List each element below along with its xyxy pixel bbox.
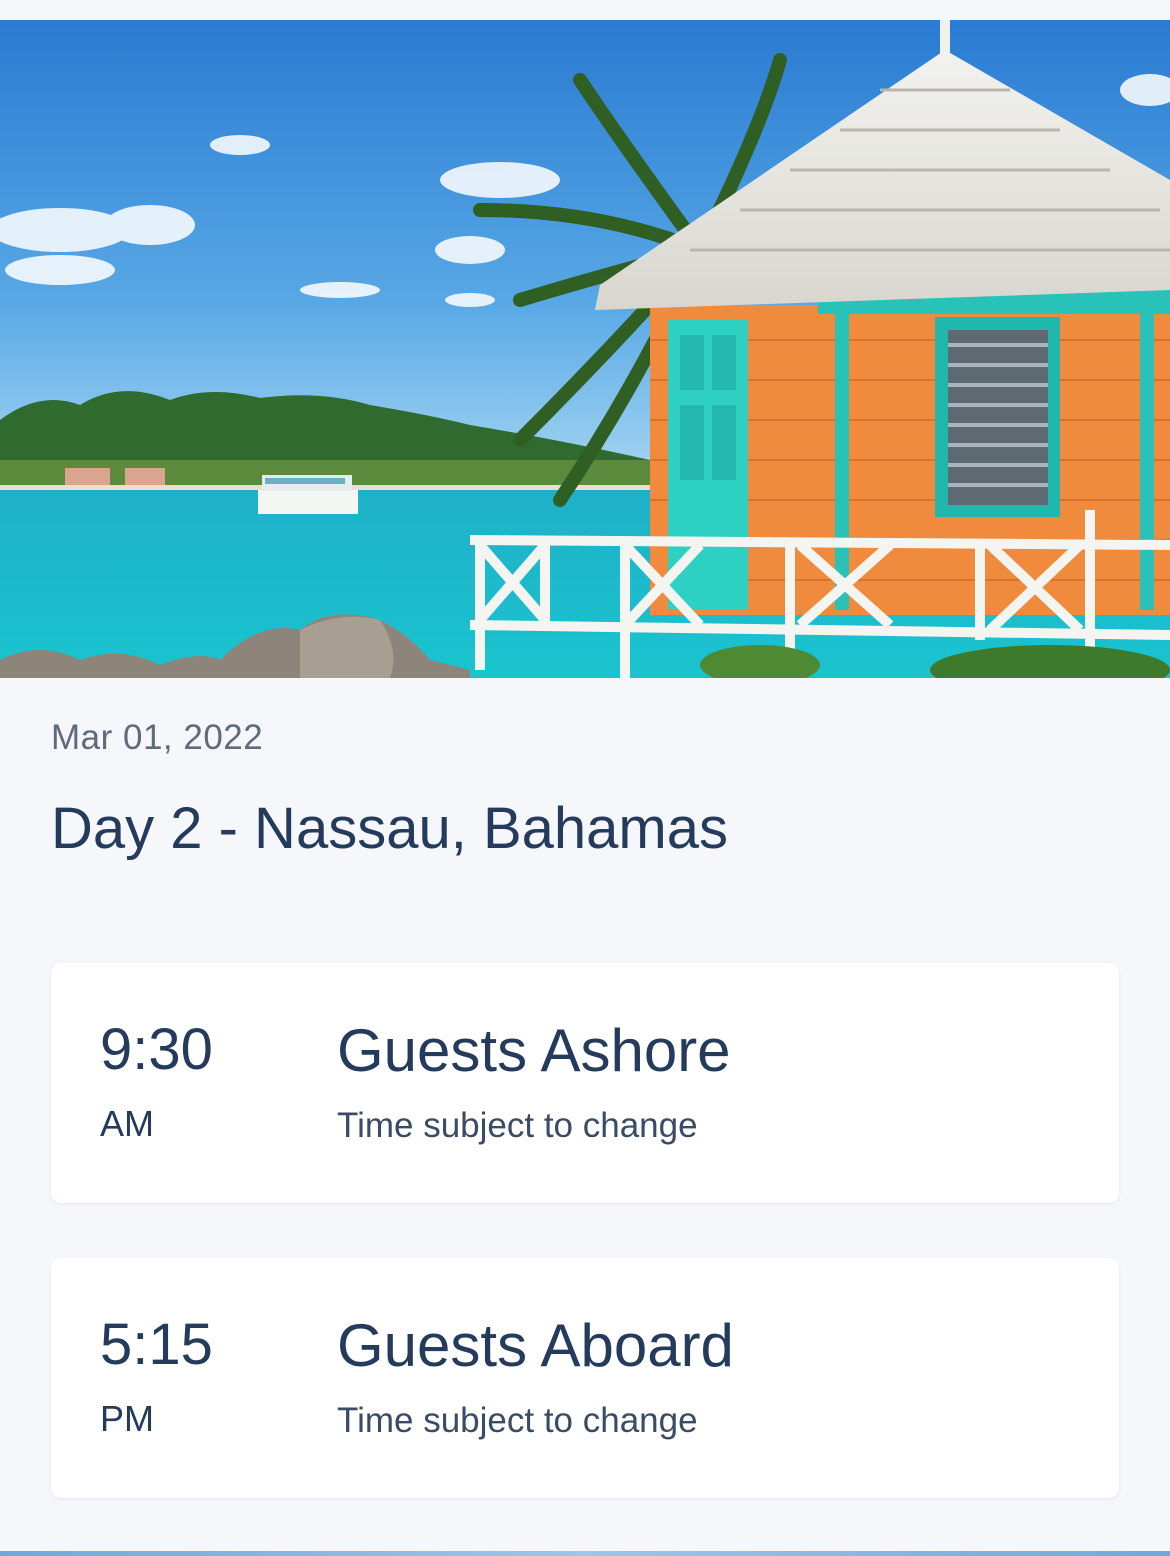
event-note: Time subject to change <box>337 1106 698 1145</box>
bahamas-beach-hut-photo-icon <box>0 20 1170 678</box>
itinerary-day-page: Mar 01, 2022 Day 2 - Nassau, Bahamas 9:3… <box>0 0 1170 1556</box>
event-title: Guests Aboard <box>337 1312 734 1379</box>
itinerary-date: Mar 01, 2022 <box>51 718 264 757</box>
event-time: 5:15 <box>100 1312 213 1377</box>
event-time: 9:30 <box>100 1017 213 1082</box>
day-title: Day 2 - Nassau, Bahamas <box>51 796 728 861</box>
event-card-guests-ashore[interactable]: 9:30 AM Guests Ashore Time subject to ch… <box>51 963 1119 1203</box>
event-card-guests-aboard[interactable]: 5:15 PM Guests Aboard Time subject to ch… <box>51 1258 1119 1498</box>
event-title: Guests Ashore <box>337 1017 731 1084</box>
event-period: AM <box>100 1103 154 1144</box>
event-note: Time subject to change <box>337 1401 698 1440</box>
hero-image <box>0 20 1170 678</box>
event-period: PM <box>100 1398 154 1439</box>
next-section-image-edge <box>0 1551 1170 1556</box>
